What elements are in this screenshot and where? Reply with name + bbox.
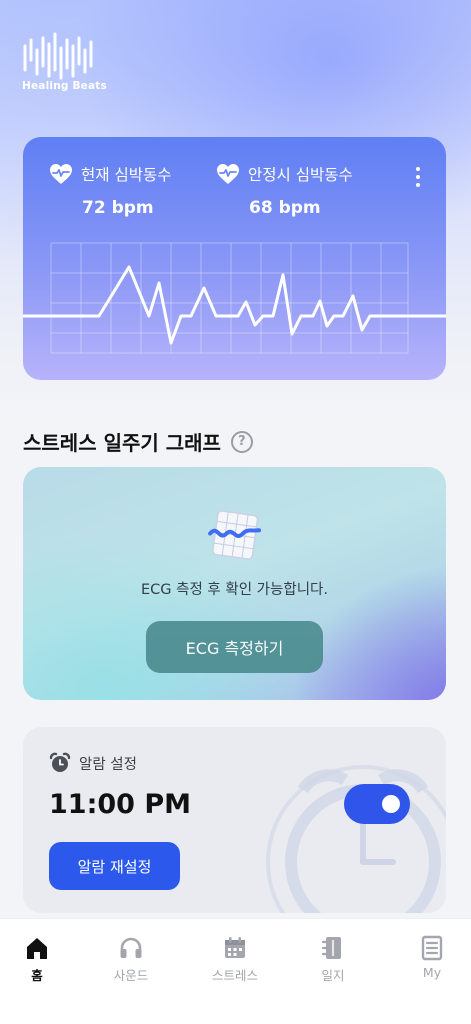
stress-section-header: 스트레스 일주기 그래프 ? [23, 427, 253, 456]
home-icon [27, 938, 47, 959]
nav-item-stress[interactable]: 스트레스 [195, 935, 275, 984]
app-name: Healing Beats [22, 80, 107, 92]
nav-item-my[interactable]: My [392, 935, 471, 980]
journal-icon [321, 937, 341, 959]
bottom-navigation: 홈 사운드 스트레스 일지 My [0, 918, 471, 1024]
nav-item-home[interactable]: 홈 [0, 935, 77, 984]
alarm-clock-watermark-icon [266, 765, 446, 913]
ecg-waveform-graphic [23, 242, 446, 354]
heart-rate-card: 현재 심박동수 72 bpm 안정시 심박동수 68 bpm [23, 137, 446, 380]
heart-pulse-icon [217, 164, 239, 184]
nav-item-sound[interactable]: 사운드 [91, 935, 171, 984]
nav-label-journal: 일지 [321, 968, 345, 983]
nav-label-home: 홈 [31, 968, 43, 983]
more-options-icon[interactable] [412, 167, 424, 191]
ecg-chart-icon [208, 510, 262, 560]
headphones-icon [120, 937, 142, 958]
alarm-header: 알람 설정 [49, 752, 137, 774]
alarm-header-label: 알람 설정 [79, 756, 137, 773]
help-icon[interactable]: ? [230, 430, 253, 453]
ecg-required-message: ECG 측정 후 확인 가능합니다. [141, 582, 328, 598]
alarm-time: 11:00 PM [49, 789, 192, 820]
resting-heart-rate-value: 68 bpm [249, 198, 321, 218]
resting-heart-rate: 안정시 심박동수 68 bpm [216, 163, 353, 218]
current-heart-rate: 현재 심박동수 72 bpm [49, 163, 172, 218]
nav-label-sound: 사운드 [113, 968, 149, 983]
current-heart-rate-value: 72 bpm [82, 198, 154, 218]
current-heart-rate-label: 현재 심박동수 [81, 166, 172, 184]
nav-item-journal[interactable]: 일지 [293, 935, 373, 984]
resting-heart-rate-label: 안정시 심박동수 [248, 166, 353, 184]
profile-doc-icon [421, 935, 443, 961]
stress-graph-card: ECG 측정 후 확인 가능합니다. ECG 측정하기 [23, 467, 446, 700]
nav-label-my: My [422, 965, 442, 980]
alarm-clock-icon [49, 752, 71, 772]
heart-pulse-icon [50, 164, 72, 184]
alarm-toggle[interactable] [344, 784, 410, 824]
alarm-card: 알람 설정 11:00 PM 알람 재설정 [23, 727, 446, 913]
alarm-reset-button[interactable]: 알람 재설정 [49, 842, 180, 890]
stress-section-title: 스트레스 일주기 그래프 [23, 431, 221, 455]
alarm-toggle-knob [382, 795, 400, 813]
ecg-measure-button[interactable]: ECG 측정하기 [146, 621, 323, 673]
nav-label-stress: 스트레스 [211, 968, 258, 983]
calendar-icon [225, 937, 245, 958]
